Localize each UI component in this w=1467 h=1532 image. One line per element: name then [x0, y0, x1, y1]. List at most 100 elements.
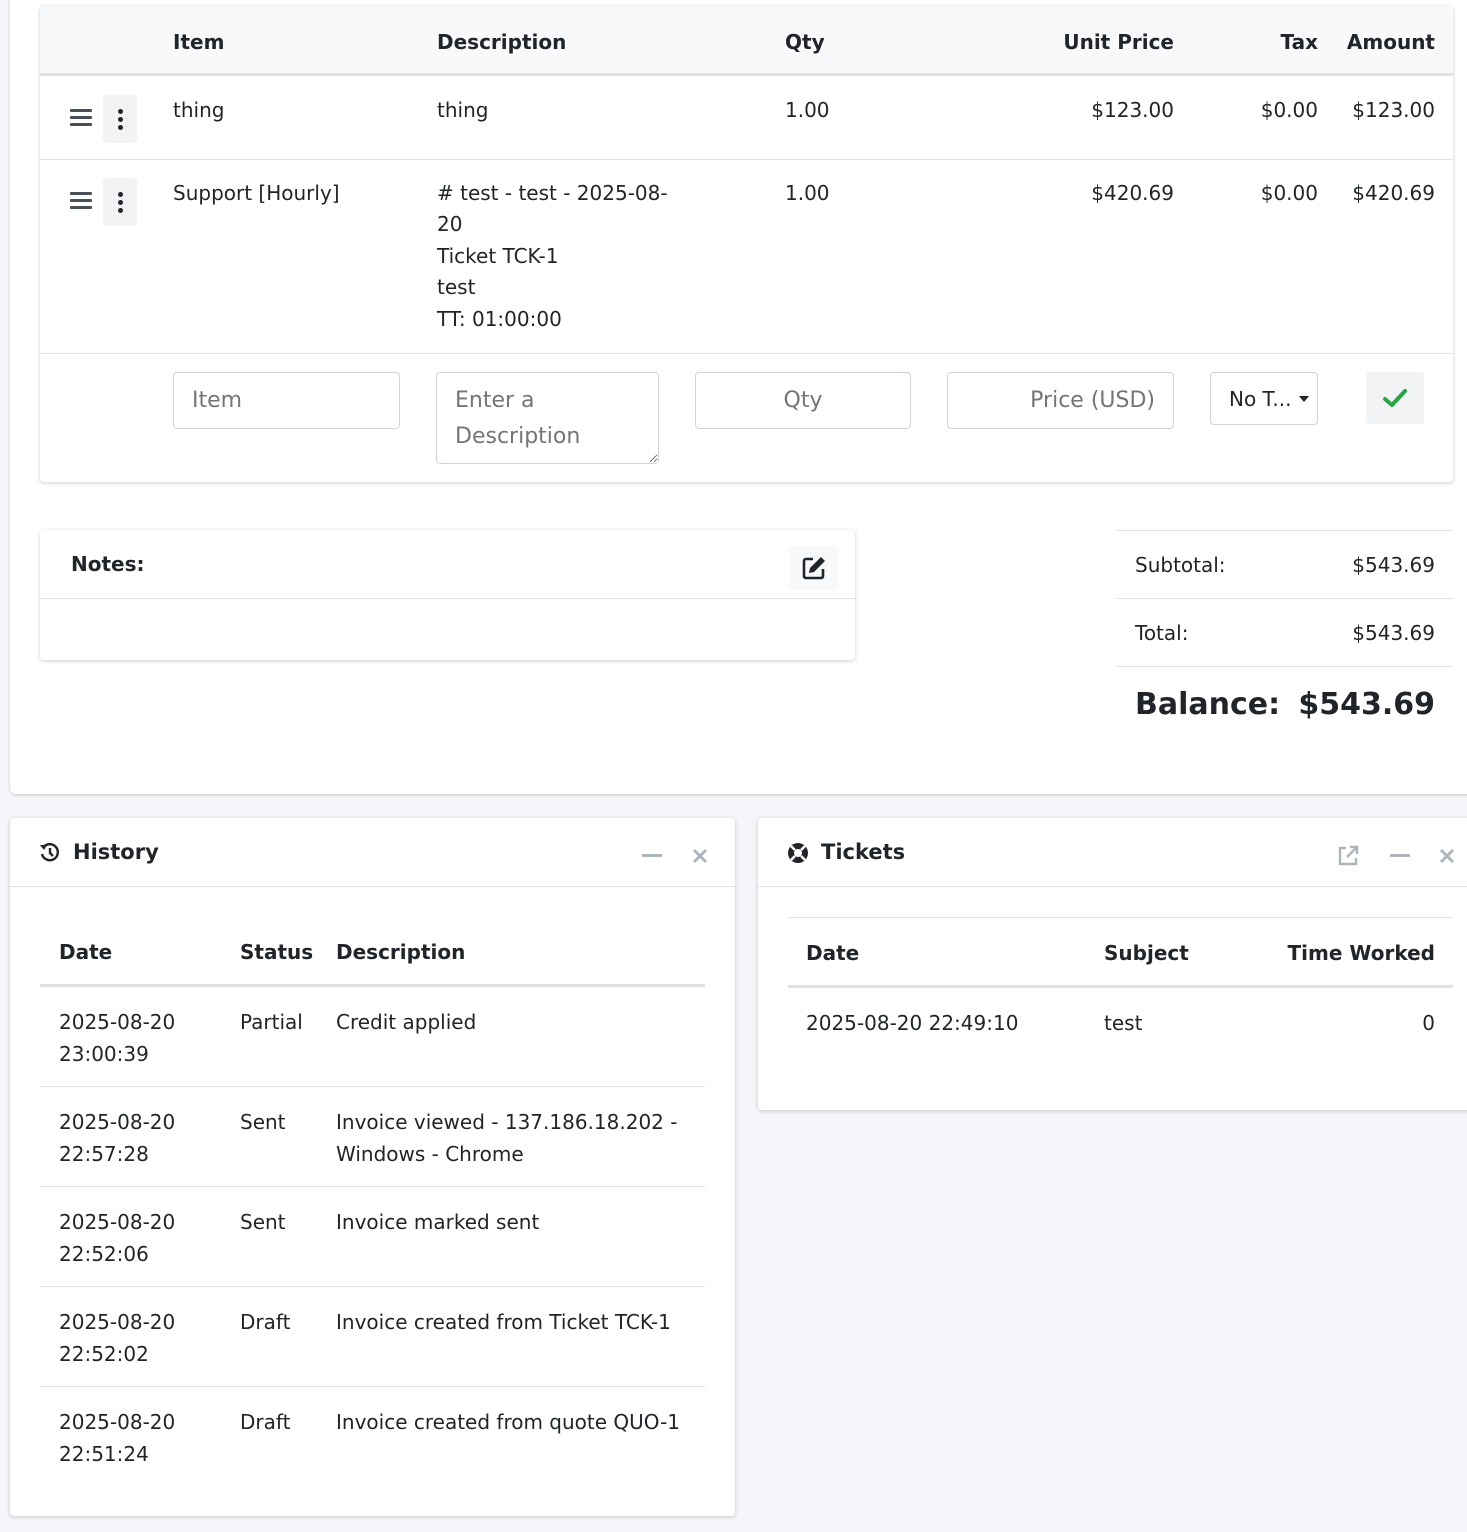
collapse-history-button[interactable]: [640, 844, 664, 868]
subtotal-value: $543.69: [1352, 553, 1435, 577]
row-item: Support [Hourly]: [173, 181, 340, 205]
history-time: 22:51:24: [59, 1442, 149, 1466]
new-description-input[interactable]: [436, 372, 659, 464]
history-date: 2025-08-20: [59, 1010, 176, 1034]
drag-handle-icon[interactable]: [70, 192, 92, 213]
row-description-line: 20: [437, 212, 463, 236]
notes-title: Notes:: [71, 552, 145, 576]
row-divider: [40, 1086, 705, 1087]
subtotal-label: Subtotal:: [1135, 553, 1226, 577]
history-status: Partial: [240, 1010, 303, 1034]
open-tickets-button[interactable]: [1336, 844, 1360, 868]
history-date: 2025-08-20: [59, 1210, 176, 1234]
edit-notes-button[interactable]: [789, 546, 839, 590]
col-qty: Qty: [785, 30, 825, 54]
add-item-button[interactable]: [1366, 372, 1424, 424]
history-header: History: [10, 818, 735, 887]
row-qty: 1.00: [785, 181, 830, 205]
history-date: 2025-08-20: [59, 1110, 176, 1134]
notes-header: Notes:: [40, 530, 855, 599]
row-description-line: # test - test - 2025-08-: [437, 181, 668, 205]
tickets-top-divider: [788, 917, 1453, 918]
tickets-header-divider: [788, 985, 1453, 988]
col-item: Item: [173, 30, 225, 54]
drag-handle-icon[interactable]: [70, 109, 92, 130]
invoice-items-card: Item Description Qty Unit Price Tax Amou…: [40, 6, 1453, 482]
history-time: 23:00:39: [59, 1042, 149, 1066]
close-tickets-button[interactable]: [1435, 844, 1459, 868]
history-description: Invoice viewed - 137.186.18.202 -: [336, 1110, 678, 1134]
history-status: Sent: [240, 1110, 286, 1134]
row-description-line: TT: 01:00:00: [437, 307, 562, 331]
tax-select[interactable]: No T...: [1210, 372, 1318, 425]
ticket-time-worked: 0: [1422, 1011, 1435, 1035]
col-description: Description: [437, 30, 567, 54]
notes-card: Notes:: [40, 530, 855, 660]
history-description: Credit applied: [336, 1010, 477, 1034]
row-amount: $420.69: [1352, 181, 1435, 205]
balance-label: Balance:: [1135, 687, 1281, 722]
row-menu-button[interactable]: [103, 95, 137, 143]
row-divider: [40, 1286, 705, 1287]
history-icon: [40, 843, 59, 862]
total-row: Total: $543.69: [1116, 598, 1453, 666]
row-divider: [40, 1186, 705, 1187]
col-tax: Tax: [1280, 30, 1318, 54]
history-col-description: Description: [336, 940, 466, 964]
new-item-input[interactable]: [173, 372, 400, 429]
row-unit-price: $420.69: [1091, 181, 1174, 205]
new-price-input[interactable]: [947, 372, 1174, 429]
history-col-date: Date: [59, 940, 113, 964]
history-description: Windows - Chrome: [336, 1142, 524, 1166]
row-unit-price: $123.00: [1091, 98, 1174, 122]
tickets-col-time-worked: Time Worked: [1287, 941, 1435, 965]
history-title: History: [73, 840, 159, 864]
row-tax: $0.00: [1260, 98, 1318, 122]
tax-select-value: No T...: [1229, 386, 1292, 411]
ticket-date: 2025-08-20 22:49:10: [806, 1011, 1019, 1035]
history-col-status: Status: [240, 940, 314, 964]
tickets-col-date: Date: [806, 941, 860, 965]
tickets-card: Tickets Date Subject Time Worked 2025-08…: [758, 818, 1467, 1110]
col-unit-price: Unit Price: [1063, 30, 1174, 54]
row-tax: $0.00: [1260, 181, 1318, 205]
history-description: Invoice created from quote QUO-1: [336, 1410, 681, 1434]
tickets-title: Tickets: [821, 840, 906, 864]
history-status: Draft: [240, 1310, 291, 1334]
history-time: 22:57:28: [59, 1142, 149, 1166]
row-description-line: Ticket TCK-1: [437, 244, 559, 268]
row-description: thing: [437, 98, 489, 122]
row-menu-button[interactable]: [103, 178, 137, 226]
table-row: thing thing 1.00 $123.00 $0.00 $123.00: [40, 79, 1453, 160]
close-history-button[interactable]: [688, 844, 712, 868]
row-divider: [40, 1386, 705, 1387]
history-card: History Date Status Description 2025-08-…: [10, 818, 735, 1516]
balance-row: Balance: $543.69: [1116, 666, 1453, 746]
history-header-divider: [40, 984, 705, 987]
history-time: 22:52:02: [59, 1342, 149, 1366]
history-status: Draft: [240, 1410, 291, 1434]
totals-summary: Subtotal: $543.69 Total: $543.69 Balance…: [1116, 530, 1453, 746]
table-row: Support [Hourly] # test - test - 2025-08…: [40, 160, 1453, 354]
ticket-subject[interactable]: test: [1104, 1007, 1142, 1039]
row-item: thing: [173, 98, 225, 122]
minus-icon: [1390, 854, 1410, 857]
row-amount: $123.00: [1352, 98, 1435, 122]
new-qty-input[interactable]: [695, 372, 911, 429]
row-qty: 1.00: [785, 98, 830, 122]
items-table-header: Item Description Qty Unit Price Tax Amou…: [40, 6, 1453, 76]
history-description: Invoice marked sent: [336, 1210, 540, 1234]
external-link-icon: [1338, 845, 1359, 866]
caret-down-icon: [1299, 395, 1310, 402]
history-date: 2025-08-20: [59, 1310, 176, 1334]
history-description: Invoice created from Ticket TCK-1: [336, 1310, 671, 1334]
balance-value: $543.69: [1298, 687, 1435, 722]
minus-icon: [642, 854, 662, 857]
tickets-header: Tickets: [758, 818, 1467, 887]
life-ring-icon: [788, 843, 808, 863]
subtotal-row: Subtotal: $543.69: [1116, 530, 1453, 598]
total-label: Total:: [1135, 621, 1189, 645]
check-icon: [1383, 389, 1407, 407]
collapse-tickets-button[interactable]: [1388, 844, 1412, 868]
edit-icon: [802, 557, 825, 580]
